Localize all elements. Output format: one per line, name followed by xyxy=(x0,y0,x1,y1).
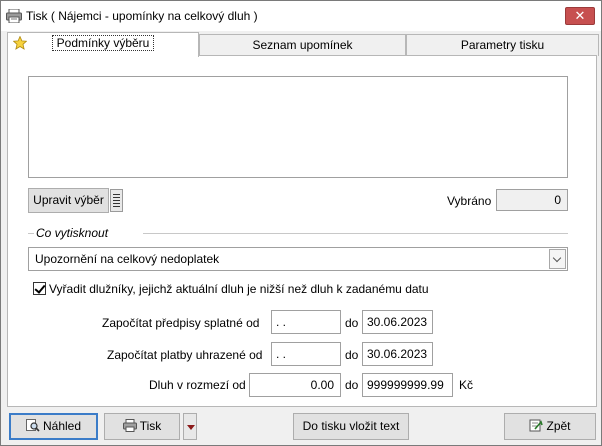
platby-to-label: do xyxy=(345,348,359,362)
group-divider xyxy=(143,233,568,234)
tab-podminky-vyberu[interactable]: Podmínky výběru xyxy=(7,32,199,57)
tab-label: Parametry tisku xyxy=(460,38,545,52)
window-title: Tisk ( Nájemci - upomínky na celkový dlu… xyxy=(26,9,258,23)
print-button[interactable]: Tisk xyxy=(104,413,180,440)
back-button[interactable]: Zpět xyxy=(504,413,596,440)
printer-icon xyxy=(122,419,137,432)
dluh-to-label: do xyxy=(345,378,359,392)
preview-label: Náhled xyxy=(42,419,82,433)
close-button[interactable]: ✕ xyxy=(565,7,595,25)
group-divider xyxy=(28,233,34,234)
tab-label: Podmínky výběru xyxy=(51,35,155,51)
print-options-dropdown-icon[interactable] xyxy=(183,413,197,440)
tab-label: Seznam upomínek xyxy=(252,38,353,52)
insert-text-button[interactable]: Do tisku vložit text xyxy=(293,413,409,440)
selected-count-label: Vybráno xyxy=(447,194,492,208)
back-icon xyxy=(529,419,544,432)
selected-count-field: 0 xyxy=(496,189,568,211)
print-group-title: Co vytisknout xyxy=(36,226,113,240)
tab-seznam-upominek[interactable]: Seznam upomínek xyxy=(199,34,406,56)
back-label: Zpět xyxy=(546,419,571,433)
edit-selection-button[interactable]: Upravit výběr xyxy=(28,188,109,213)
print-dialog-window: Tisk ( Nájemci - upomínky na celkový dlu… xyxy=(0,0,602,446)
print-type-select[interactable]: Upozornění na celkový nedoplatek xyxy=(28,247,568,271)
dluh-label: Dluh v rozmezí od xyxy=(149,378,246,392)
print-type-value: Upozornění na celkový nedoplatek xyxy=(35,252,220,266)
dluh-to-input[interactable]: 999999999.99 xyxy=(362,373,453,397)
dluh-from-input[interactable]: 0.00 xyxy=(249,373,341,397)
preview-button[interactable]: Náhled xyxy=(9,413,98,440)
selection-text-area[interactable] xyxy=(28,76,568,178)
print-label: Tisk xyxy=(139,419,162,433)
list-icon[interactable] xyxy=(110,189,123,212)
printer-icon xyxy=(6,9,22,23)
platby-to-input[interactable]: 30.06.2023 xyxy=(362,342,433,366)
magnifier-icon xyxy=(25,419,40,432)
tab-bar: Podmínky výběru Seznam upomínek Parametr… xyxy=(7,32,599,57)
predpisy-from-input[interactable]: . . xyxy=(271,310,341,334)
predpisy-to-input[interactable]: 30.06.2023 xyxy=(362,310,433,334)
platby-from-input[interactable]: . . xyxy=(271,342,341,366)
currency-label: Kč xyxy=(459,378,474,392)
tab-parametry-tisku[interactable]: Parametry tisku xyxy=(406,34,599,56)
predpisy-label: Započítat předpisy splatné od xyxy=(102,316,260,330)
platby-label: Započítat platby uhrazené od xyxy=(107,348,263,362)
exclude-debtors-label[interactable]: Vyřadit dlužníky, jejichž aktuální dluh … xyxy=(49,282,429,296)
title-bar: Tisk ( Nájemci - upomínky na celkový dlu… xyxy=(1,1,601,31)
star-icon xyxy=(13,36,27,50)
chevron-down-icon[interactable] xyxy=(549,249,566,269)
predpisy-to-label: do xyxy=(345,316,359,330)
exclude-debtors-checkbox[interactable] xyxy=(33,282,46,295)
